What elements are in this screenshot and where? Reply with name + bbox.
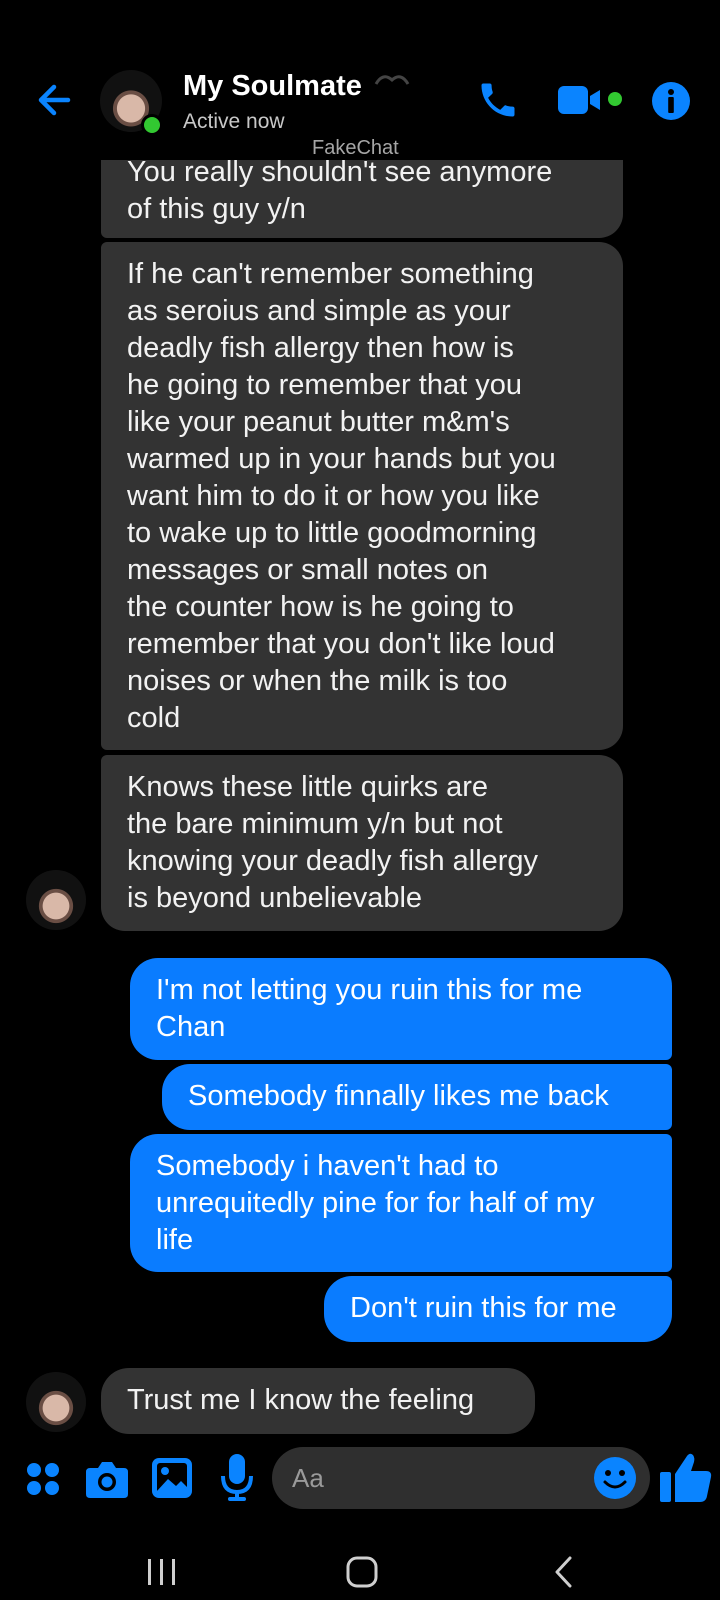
home-icon[interactable] xyxy=(346,1556,378,1588)
message-bubble-incoming[interactable]: If he can't remember something as seroiu… xyxy=(101,242,623,750)
phone-icon[interactable] xyxy=(476,78,520,122)
contact-avatar-small[interactable] xyxy=(26,1372,86,1432)
system-nav-bar xyxy=(0,1520,720,1600)
message-bubble-outgoing[interactable]: Somebody i haven't had to unrequitedly p… xyxy=(130,1134,672,1272)
recents-icon[interactable] xyxy=(146,1558,178,1586)
message-bubble-outgoing[interactable]: Don't ruin this for me xyxy=(324,1276,672,1342)
contact-name[interactable]: My Soulmate xyxy=(183,70,362,103)
nav-back-icon[interactable] xyxy=(552,1556,576,1588)
microphone-icon[interactable] xyxy=(220,1454,254,1502)
gallery-icon[interactable] xyxy=(152,1458,192,1498)
thumbs-up-icon[interactable] xyxy=(660,1452,712,1502)
camera-icon[interactable] xyxy=(86,1460,128,1498)
message-input-placeholder: Aa xyxy=(292,1463,324,1493)
message-input[interactable]: Aa xyxy=(272,1447,650,1509)
message-bubble-incoming[interactable]: Trust me I know the feeling xyxy=(101,1368,535,1434)
heart-emoji-icon xyxy=(374,75,410,85)
online-indicator xyxy=(141,114,163,136)
contact-avatar-small[interactable] xyxy=(26,870,86,930)
apps-icon[interactable] xyxy=(26,1462,60,1496)
video-active-dot xyxy=(608,92,622,106)
message-bubble-outgoing[interactable]: Somebody finnally likes me back xyxy=(162,1064,672,1130)
emoji-icon[interactable] xyxy=(594,1457,636,1499)
back-arrow-icon[interactable] xyxy=(34,80,74,120)
message-bubble-incoming[interactable]: Knows these little quirks are the bare m… xyxy=(101,755,623,931)
chat-header: My Soulmate Active now xyxy=(0,0,720,160)
active-status: Active now xyxy=(183,110,285,133)
message-bubble-outgoing[interactable]: I'm not letting you ruin this for me Cha… xyxy=(130,958,672,1060)
video-icon[interactable] xyxy=(558,82,610,118)
watermark: FakeChat xyxy=(312,137,399,159)
info-icon[interactable] xyxy=(652,82,690,120)
